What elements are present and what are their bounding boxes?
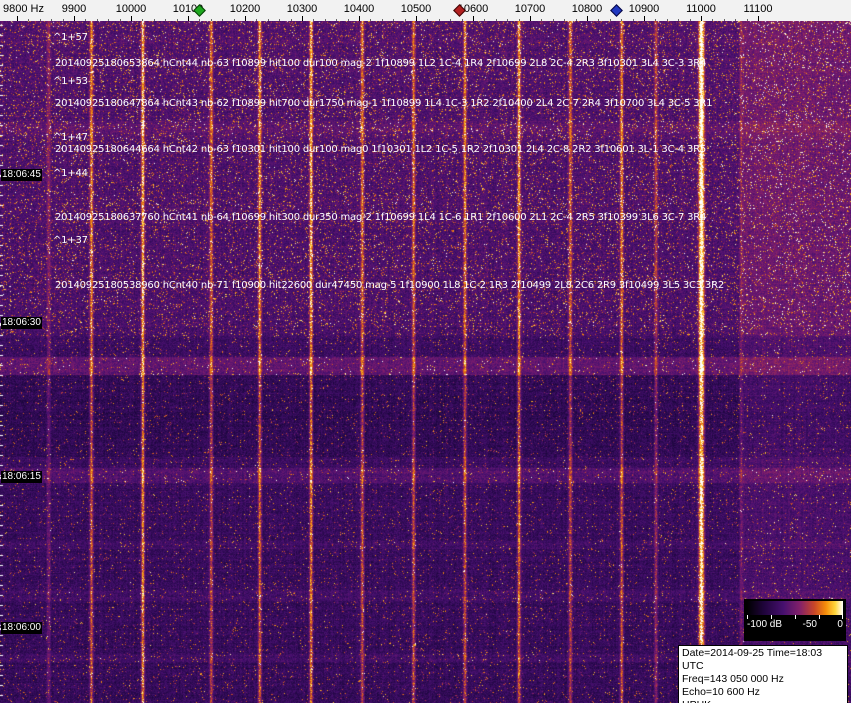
freq-tick-label: 9900 xyxy=(61,3,87,15)
freq-tick-label: 10900 xyxy=(628,3,660,15)
freq-tick-label: 10400 xyxy=(343,3,375,15)
status-info-box: Date=2014-09-25 Time=18:03 UTC Freq=143 … xyxy=(678,645,848,703)
info-station: HPHK xyxy=(682,699,844,703)
freq-tick-label: 10700 xyxy=(514,3,546,15)
legend-label-min: -100 dB xyxy=(747,619,783,630)
freq-tick-label: 11100 xyxy=(743,3,773,15)
info-date-time: Date=2014-09-25 Time=18:03 UTC xyxy=(682,647,823,672)
info-echo: Echo=10 600 Hz xyxy=(682,686,760,698)
color-gradient-bar xyxy=(747,601,843,615)
legend-labels: -100 dB -50 0 xyxy=(747,619,843,631)
freq-tick-label: 10200 xyxy=(229,3,261,15)
db-color-legend: -100 dB -50 0 xyxy=(744,599,846,641)
info-frequency: Freq=143 050 000 Hz xyxy=(682,673,784,685)
legend-ticks xyxy=(747,615,843,619)
freq-tick-label: 10500 xyxy=(400,3,432,15)
legend-tick xyxy=(795,615,796,619)
spectrogram-app: 9800 Hz 9900 10000 10100 10200 10300 10400 1050… xyxy=(0,0,851,703)
freq-tick-label: 9800 Hz xyxy=(3,3,44,15)
legend-tick xyxy=(842,615,843,619)
freq-tick-label: 10800 xyxy=(571,3,603,15)
legend-label-mid: -50 xyxy=(802,619,817,630)
freq-tick-label: 10300 xyxy=(286,3,318,15)
legend-label-max: 0 xyxy=(837,619,843,630)
freq-tick-label: 11000 xyxy=(686,3,716,15)
frequency-ruler: 9800 Hz 9900 10000 10100 10200 10300 10400 1050… xyxy=(0,0,851,21)
legend-tick xyxy=(747,615,748,619)
legend-tick xyxy=(819,615,820,619)
legend-tick xyxy=(771,615,772,619)
freq-tick-label: 10000 xyxy=(115,3,147,15)
blue-diamond-marker[interactable] xyxy=(609,4,623,17)
spectrogram-canvas[interactable] xyxy=(0,21,851,703)
